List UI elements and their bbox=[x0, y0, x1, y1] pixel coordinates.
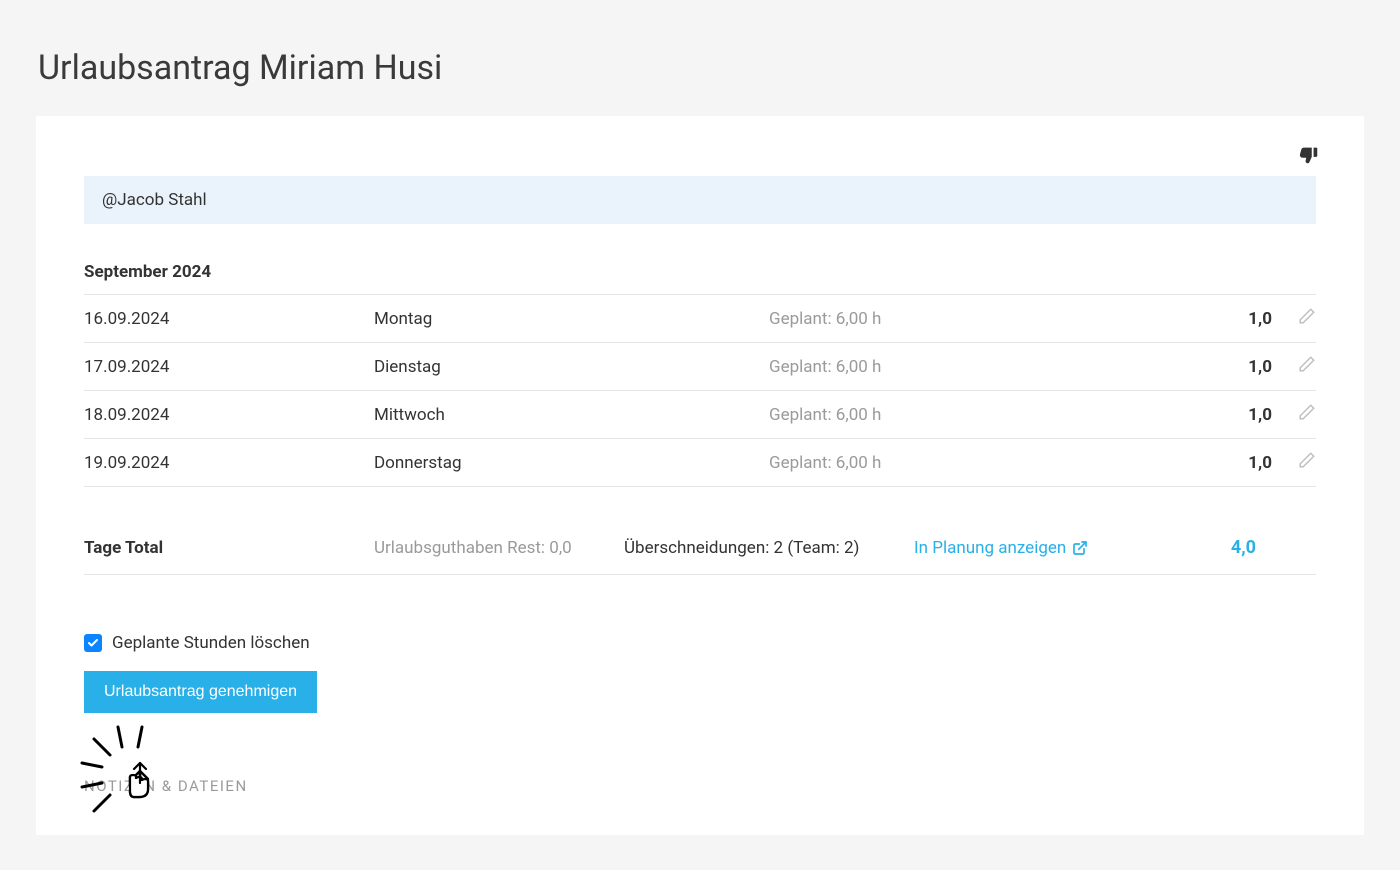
day-value: 1,0 bbox=[1202, 309, 1272, 329]
day-date: 17.09.2024 bbox=[84, 357, 374, 377]
day-planned: Geplant: 6,00 h bbox=[769, 405, 1202, 425]
table-row: 18.09.2024 Mittwoch Geplant: 6,00 h 1,0 bbox=[84, 391, 1316, 439]
table-row: 17.09.2024 Dienstag Geplant: 6,00 h 1,0 bbox=[84, 343, 1316, 391]
pencil-icon bbox=[1298, 307, 1316, 325]
day-date: 19.09.2024 bbox=[84, 453, 374, 473]
total-days: 4,0 bbox=[1114, 537, 1316, 558]
table-row: 19.09.2024 Donnerstag Geplant: 6,00 h 1,… bbox=[84, 439, 1316, 487]
edit-button[interactable] bbox=[1298, 403, 1316, 421]
notes-files-header: NOTIZEN & DATEIEN bbox=[84, 777, 1316, 795]
link-label: In Planung anzeigen bbox=[914, 538, 1066, 558]
show-in-planning-link[interactable]: In Planung anzeigen bbox=[914, 538, 1088, 558]
day-planned: Geplant: 6,00 h bbox=[769, 453, 1202, 473]
day-date: 16.09.2024 bbox=[84, 309, 374, 329]
checkbox-label: Geplante Stunden löschen bbox=[112, 633, 310, 653]
day-weekday: Mittwoch bbox=[374, 405, 769, 425]
reject-button[interactable] bbox=[1298, 144, 1320, 170]
approve-button[interactable]: Urlaubsantrag genehmigen bbox=[84, 671, 317, 713]
external-link-icon bbox=[1072, 540, 1088, 556]
page-title: Urlaubsantrag Miriam Husi bbox=[0, 0, 1400, 116]
edit-button[interactable] bbox=[1298, 355, 1316, 373]
delete-planned-hours-row: Geplante Stunden löschen bbox=[84, 633, 1316, 653]
month-header: September 2024 bbox=[84, 254, 1316, 295]
totals-row: Tage Total Urlaubsguthaben Rest: 0,0 Übe… bbox=[84, 487, 1316, 575]
day-weekday: Montag bbox=[374, 309, 769, 329]
pencil-icon bbox=[1298, 355, 1316, 373]
day-planned: Geplant: 6,00 h bbox=[769, 309, 1202, 329]
mention-banner[interactable]: @Jacob Stahl bbox=[84, 176, 1316, 224]
remaining-balance: Urlaubsguthaben Rest: 0,0 bbox=[374, 538, 624, 558]
day-weekday: Dienstag bbox=[374, 357, 769, 377]
day-weekday: Donnerstag bbox=[374, 453, 769, 473]
table-row: 16.09.2024 Montag Geplant: 6,00 h 1,0 bbox=[84, 295, 1316, 343]
pencil-icon bbox=[1298, 403, 1316, 421]
overlaps: Überschneidungen: 2 (Team: 2) bbox=[624, 538, 914, 558]
pencil-icon bbox=[1298, 451, 1316, 469]
thumbs-down-icon bbox=[1298, 144, 1320, 166]
request-card: @Jacob Stahl September 2024 16.09.2024 M… bbox=[36, 116, 1364, 835]
edit-button[interactable] bbox=[1298, 307, 1316, 325]
day-value: 1,0 bbox=[1202, 453, 1272, 473]
delete-planned-hours-checkbox[interactable] bbox=[84, 634, 102, 652]
day-value: 1,0 bbox=[1202, 405, 1272, 425]
edit-button[interactable] bbox=[1298, 451, 1316, 469]
day-planned: Geplant: 6,00 h bbox=[769, 357, 1202, 377]
check-icon bbox=[87, 637, 99, 649]
day-value: 1,0 bbox=[1202, 357, 1272, 377]
totals-label: Tage Total bbox=[84, 538, 374, 558]
day-date: 18.09.2024 bbox=[84, 405, 374, 425]
